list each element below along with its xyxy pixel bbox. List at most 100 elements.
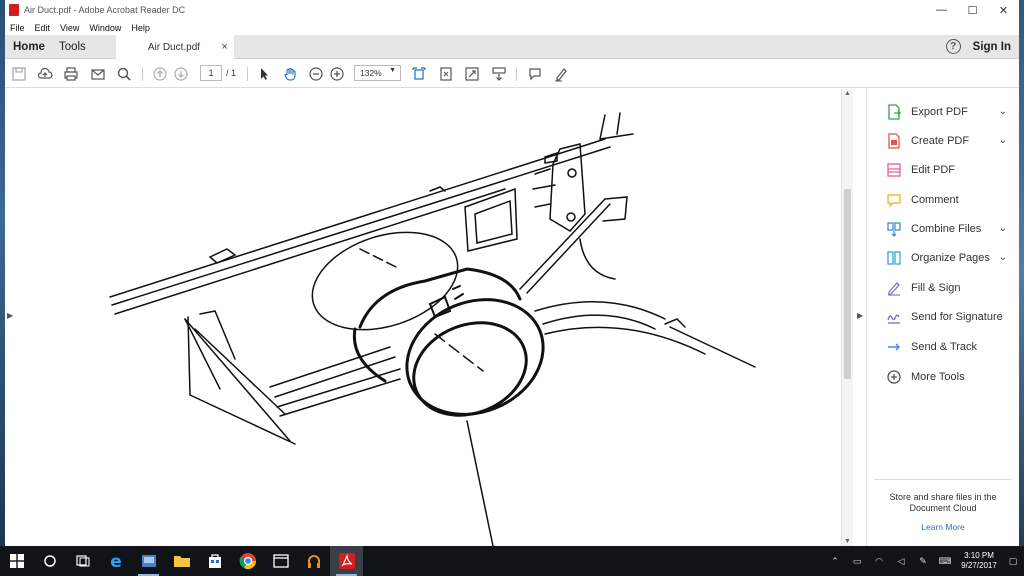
- zoom-out-icon[interactable]: [306, 64, 326, 84]
- select-cursor-icon[interactable]: [254, 64, 274, 84]
- tool-more-tools[interactable]: More Tools: [867, 365, 1019, 389]
- cloud-message: Store and share files in the Document Cl…: [889, 492, 997, 513]
- next-page-icon[interactable]: [171, 64, 191, 84]
- chevron-down-icon[interactable]: ⌄: [999, 223, 1007, 234]
- menu-help[interactable]: Help: [131, 23, 150, 33]
- minimize-button[interactable]: —: [926, 0, 957, 20]
- close-window-button[interactable]: ✕: [988, 0, 1019, 20]
- tool-label: Edit PDF: [911, 164, 956, 176]
- close-tab-icon[interactable]: ×: [221, 41, 227, 53]
- document-cloud-promo: Store and share files in the Document Cl…: [874, 479, 1012, 532]
- zoom-in-icon[interactable]: [327, 64, 347, 84]
- collapse-pane-icon[interactable]: ▶: [857, 311, 863, 320]
- tools-pane-handle[interactable]: ▶: [853, 89, 867, 546]
- chrome-icon[interactable]: [231, 546, 264, 576]
- document-tab-label: Air Duct.pdf: [147, 42, 201, 53]
- tool-label: Organize Pages: [911, 252, 990, 264]
- edit-pdf-icon: [886, 162, 902, 178]
- window-app-icon[interactable]: [264, 546, 297, 576]
- volume-icon[interactable]: ◁: [890, 546, 912, 576]
- menu-edit[interactable]: Edit: [35, 23, 51, 33]
- tool-comment[interactable]: Comment: [867, 188, 1019, 212]
- hand-tool-icon[interactable]: [280, 64, 300, 84]
- vertical-scrollbar[interactable]: ▲ ▼: [841, 89, 853, 546]
- clock-date: 9/27/2017: [961, 561, 997, 570]
- windows-taskbar: e ⌃ ▭ ◠ ◁ ✎ ⌨ 3:10 PM 9/27/2017 ▢: [0, 546, 1024, 576]
- tab-home[interactable]: Home: [13, 41, 45, 53]
- organize-pages-icon: [886, 250, 902, 266]
- task-view-icon[interactable]: [66, 546, 99, 576]
- tool-combine-files[interactable]: Combine Files ⌄: [867, 217, 1019, 241]
- headphones-app-icon[interactable]: [297, 546, 330, 576]
- tool-create-pdf[interactable]: Create PDF ⌄: [867, 129, 1019, 153]
- pen-icon[interactable]: ✎: [912, 546, 934, 576]
- menu-view[interactable]: View: [60, 23, 79, 33]
- svg-text:e: e: [110, 552, 122, 570]
- previous-page-icon[interactable]: [150, 64, 170, 84]
- show-hidden-icons-chevron-icon[interactable]: ⌃: [824, 546, 846, 576]
- comment-toolbar-icon[interactable]: [525, 64, 545, 84]
- fit-width-icon[interactable]: [409, 64, 429, 84]
- toolbar: 1 / 1 132% ▼: [5, 59, 1019, 88]
- scrollbar-thumb[interactable]: [844, 189, 851, 379]
- tool-label: Export PDF: [911, 106, 968, 118]
- tool-label: Send & Track: [911, 341, 978, 353]
- chevron-down-icon[interactable]: ⌄: [999, 252, 1007, 263]
- tab-tools[interactable]: Tools: [59, 41, 86, 53]
- menu-file[interactable]: File: [10, 23, 25, 33]
- chevron-down-icon[interactable]: ⌄: [999, 106, 1007, 117]
- tool-edit-pdf[interactable]: Edit PDF: [867, 158, 1019, 182]
- tool-send-track[interactable]: Send & Track: [867, 335, 1019, 359]
- window-title: Air Duct.pdf - Adobe Acrobat Reader DC: [24, 5, 186, 15]
- fit-page-icon[interactable]: [436, 64, 456, 84]
- windows-logo-icon: [9, 554, 24, 568]
- page-number-input[interactable]: 1: [200, 65, 222, 81]
- acrobat-taskbar-icon[interactable]: [330, 546, 363, 576]
- tool-fill-sign[interactable]: Fill & Sign: [867, 276, 1019, 300]
- tab-document[interactable]: Air Duct.pdf ×: [115, 34, 234, 59]
- toolbar-separator: [142, 67, 143, 81]
- chevron-down-icon[interactable]: ⌄: [999, 135, 1007, 146]
- menu-window[interactable]: Window: [89, 23, 121, 33]
- system-tray: ⌃ ▭ ◠ ◁ ✎ ⌨ 3:10 PM 9/27/2017 ▢: [824, 546, 1024, 576]
- send-signature-icon: [886, 309, 902, 325]
- tools-pane: Export PDF ⌄ Create PDF ⌄ Edit PDF Comme…: [867, 89, 1019, 546]
- internet-explorer-icon[interactable]: e: [99, 546, 132, 576]
- tool-export-pdf[interactable]: Export PDF ⌄: [867, 100, 1019, 124]
- clock[interactable]: 3:10 PM 9/27/2017: [956, 551, 1002, 571]
- tool-send-for-signature[interactable]: Send for Signature: [867, 305, 1019, 329]
- acrobat-app-icon: [9, 4, 19, 16]
- air-duct-drawing: [109, 112, 756, 546]
- tool-label: Comment: [911, 194, 959, 206]
- tool-label: More Tools: [911, 371, 965, 383]
- wifi-icon[interactable]: ◠: [868, 546, 890, 576]
- tool-organize-pages[interactable]: Organize Pages ⌄: [867, 246, 1019, 270]
- learn-more-link[interactable]: Learn More: [874, 522, 1012, 532]
- maximize-button[interactable]: ☐: [957, 0, 988, 20]
- store-icon[interactable]: [198, 546, 231, 576]
- highlight-pen-icon[interactable]: [551, 64, 571, 84]
- taskbar-app-icon[interactable]: [132, 546, 165, 576]
- save-icon[interactable]: [9, 64, 29, 84]
- email-icon[interactable]: [88, 64, 108, 84]
- cortana-search-icon[interactable]: [33, 546, 66, 576]
- file-explorer-icon[interactable]: [165, 546, 198, 576]
- document-view[interactable]: ▶: [5, 89, 841, 546]
- fill-sign-icon: [886, 280, 902, 296]
- clock-time: 3:10 PM: [964, 551, 994, 560]
- sign-in-button[interactable]: Sign In: [973, 41, 1011, 53]
- scroll-up-icon[interactable]: ▲: [844, 90, 851, 97]
- upload-cloud-icon[interactable]: [35, 64, 55, 84]
- comment-icon: [886, 192, 902, 208]
- action-center-icon[interactable]: ▢: [1002, 546, 1024, 576]
- help-icon[interactable]: ?: [945, 39, 961, 54]
- scrolling-mode-icon[interactable]: [489, 64, 509, 84]
- print-icon[interactable]: [61, 64, 81, 84]
- battery-icon[interactable]: ▭: [846, 546, 868, 576]
- keyboard-icon[interactable]: ⌨: [934, 546, 956, 576]
- start-button[interactable]: [0, 546, 33, 576]
- scroll-down-icon[interactable]: ▼: [844, 538, 851, 545]
- zoom-level-select[interactable]: 132% ▼: [354, 65, 401, 81]
- full-screen-icon[interactable]: [462, 64, 482, 84]
- search-icon[interactable]: [114, 64, 134, 84]
